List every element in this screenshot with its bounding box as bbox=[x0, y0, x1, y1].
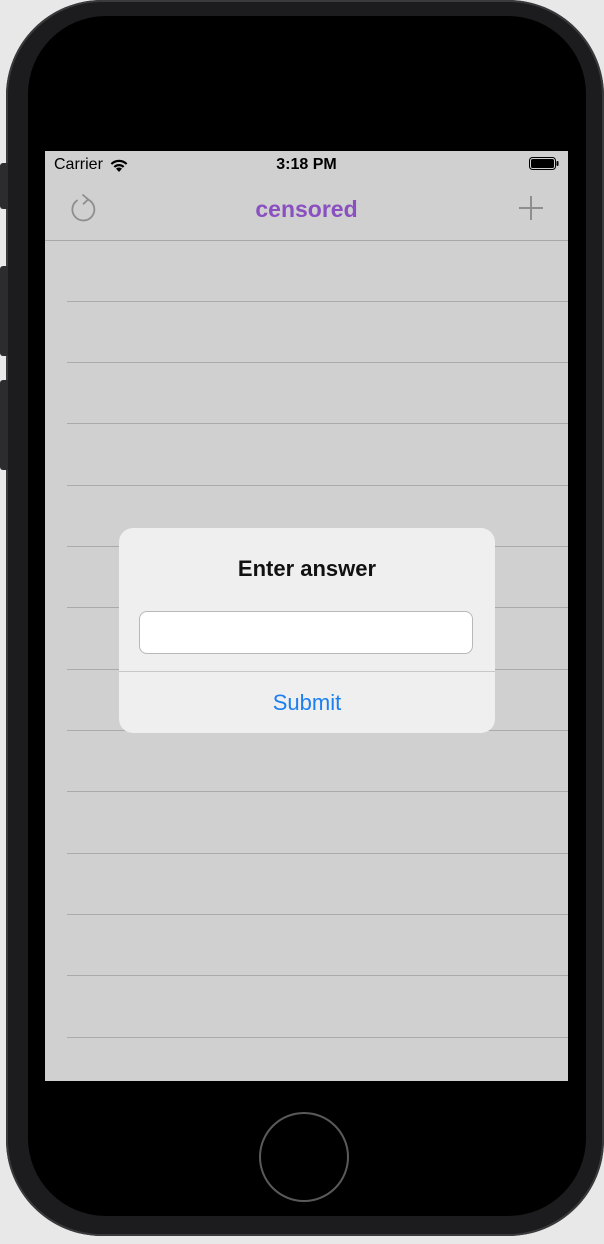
volume-up-button bbox=[0, 266, 8, 356]
volume-down-button bbox=[0, 380, 8, 470]
submit-button[interactable]: Submit bbox=[119, 672, 495, 733]
home-button[interactable] bbox=[259, 1112, 349, 1202]
mute-switch bbox=[0, 163, 8, 209]
answer-input[interactable] bbox=[139, 611, 473, 654]
answer-alert-dialog: Enter answer Submit bbox=[119, 528, 495, 733]
app-screen: Carrier 3:18 PM censored Enter answer Su… bbox=[45, 151, 568, 1081]
alert-title: Enter answer bbox=[237, 556, 377, 581]
